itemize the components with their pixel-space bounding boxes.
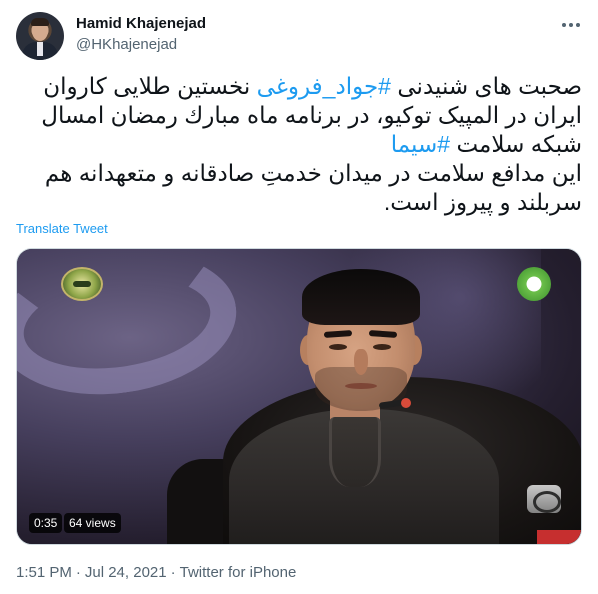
avatar[interactable] [16, 12, 64, 60]
channel-logo [517, 267, 551, 301]
meta-separator: · [170, 564, 176, 581]
tweet-text: صحبت های شنیدنی #جواد_فروغی نخستین طلایی… [16, 72, 582, 217]
tweet-meta: 1:51 PM · Jul 24, 2021 · Twitter for iPh… [16, 564, 296, 581]
hashtag-link[interactable]: #جواد_فروغی [257, 73, 391, 99]
hashtag-link[interactable]: #سیما [391, 131, 450, 157]
video-player[interactable]: 0:35 64 views [16, 248, 582, 545]
tweet-card: Hamid Khajenejad @HKhajenejad صحبت های ش… [0, 0, 598, 594]
tweet-text-part: صحبت های شنیدنی [390, 73, 582, 99]
tweet-text-part: این مدافع سلامت در میدان خدمتِ صادقانه و… [44, 160, 582, 215]
more-horizontal-icon[interactable] [560, 16, 582, 34]
author-name[interactable]: Hamid Khajenejad [76, 15, 206, 32]
tweet-time[interactable]: 1:51 PM [16, 564, 72, 581]
video-duration: 0:35 [29, 513, 63, 533]
tweet-source[interactable]: Twitter for iPhone [180, 564, 297, 581]
broadcast-logo [527, 485, 561, 513]
program-logo [61, 267, 103, 301]
tweet-header: Hamid Khajenejad @HKhajenejad [16, 12, 582, 60]
video-views: 64 views [64, 513, 121, 533]
translate-tweet-link[interactable]: Translate Tweet [16, 221, 108, 236]
meta-separator: · [75, 564, 81, 581]
author-handle[interactable]: @HKhajenejad [76, 36, 177, 53]
tweet-date[interactable]: Jul 24, 2021 [85, 564, 167, 581]
